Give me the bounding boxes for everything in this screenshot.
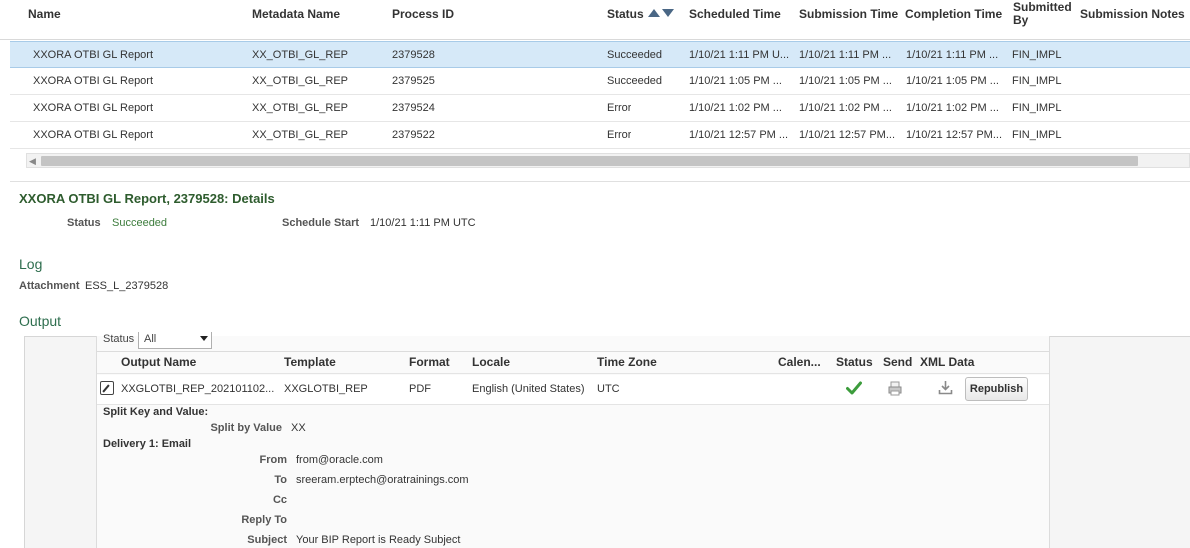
sort-controls — [648, 9, 674, 17]
status-filter-label: Status — [103, 333, 135, 345]
from-label: From — [259, 454, 288, 466]
section-divider — [10, 181, 1190, 182]
format-cell: PDF — [409, 383, 431, 395]
cell-submission-time: 1/10/21 1:02 PM ... — [799, 102, 892, 114]
details-status-value: Succeeded — [112, 217, 168, 229]
table-row[interactable]: XXORA OTBI GL Report XX_OTBI_GL_REP 2379… — [10, 68, 1190, 95]
horizontal-scrollbar[interactable]: ◀ — [26, 153, 1190, 168]
column-header-scheduled-time[interactable]: Scheduled Time — [689, 8, 781, 21]
chevron-down-icon — [200, 336, 208, 341]
cell-completion-time: 1/10/21 1:02 PM ... — [906, 102, 999, 114]
cell-name: XXORA OTBI GL Report — [33, 75, 154, 87]
cell-name: XXORA OTBI GL Report — [33, 102, 154, 114]
cell-process-id: 2379524 — [392, 102, 435, 114]
cell-submission-time: 1/10/21 1:11 PM ... — [799, 49, 892, 61]
schedule-start-value: 1/10/21 1:11 PM UTC — [370, 217, 476, 229]
cell-process-id: 2379525 — [392, 75, 435, 87]
jobs-table-body: XXORA OTBI GL Report XX_OTBI_GL_REP 2379… — [10, 41, 1190, 149]
status-filter-value: All — [144, 333, 157, 345]
column-header-locale[interactable]: Locale — [472, 355, 510, 369]
column-header-submission-notes[interactable]: Submission Notes — [1080, 8, 1185, 21]
cell-submitted-by: FIN_IMPL — [1012, 49, 1062, 61]
cell-status: Error — [607, 129, 632, 141]
cell-metadata-name: XX_OTBI_GL_REP — [252, 102, 348, 114]
to-value: sreeram.erptech@oratrainings.com — [296, 474, 469, 486]
column-header-completion-time[interactable]: Completion Time — [905, 8, 1002, 21]
cell-status: Succeeded — [607, 49, 663, 61]
cell-submitted-by: FIN_IMPL — [1012, 75, 1062, 87]
split-key-title: Split Key and Value: — [103, 406, 209, 418]
column-header-xml-data[interactable]: XML Data — [920, 355, 974, 369]
column-header-template[interactable]: Template — [284, 355, 336, 369]
subject-label: Subject — [247, 534, 287, 546]
cell-submitted-by: FIN_IMPL — [1012, 129, 1062, 141]
delivery-title: Delivery 1: Email — [103, 438, 192, 450]
sort-ascending-icon[interactable] — [648, 9, 660, 17]
cell-name: XXORA OTBI GL Report — [33, 129, 154, 141]
cell-submitted-by: FIN_IMPL — [1012, 102, 1062, 114]
table-row[interactable]: XXORA OTBI GL Report XX_OTBI_GL_REP 2379… — [10, 122, 1190, 149]
column-header-submitted-by-line2: By — [1013, 13, 1029, 27]
cell-metadata-name: XX_OTBI_GL_REP — [252, 75, 348, 87]
cell-scheduled-time: 1/10/21 12:57 PM ... — [689, 129, 789, 141]
split-by-value-label: Split by Value — [210, 422, 282, 434]
column-header-time-zone[interactable]: Time Zone — [597, 355, 657, 369]
cell-name: XXORA OTBI GL Report — [33, 49, 154, 61]
republish-button[interactable]: Republish — [965, 377, 1028, 401]
cell-process-id: 2379522 — [392, 129, 435, 141]
column-header-name[interactable]: Name — [28, 8, 61, 21]
scroll-left-icon[interactable]: ◀ — [29, 156, 36, 167]
cell-completion-time: 1/10/21 1:11 PM ... — [906, 49, 999, 61]
table-row[interactable]: XXORA OTBI GL Report XX_OTBI_GL_REP 2379… — [10, 95, 1190, 122]
attachment-label: Attachment — [19, 280, 80, 292]
table-row[interactable]: XXORA OTBI GL Report XX_OTBI_GL_REP 2379… — [10, 41, 1190, 68]
column-header-status[interactable]: Status — [607, 8, 644, 21]
cell-status: Succeeded — [607, 75, 663, 87]
cell-completion-time: 1/10/21 1:05 PM ... — [906, 75, 999, 87]
download-icon[interactable] — [938, 380, 953, 395]
cell-scheduled-time: 1/10/21 1:02 PM ... — [689, 102, 782, 114]
cell-scheduled-time: 1/10/21 1:05 PM ... — [689, 75, 782, 87]
edit-icon[interactable] — [100, 381, 114, 395]
column-header-output-status[interactable]: Status — [836, 355, 873, 369]
column-header-submitted-by[interactable]: Submitted By — [1013, 1, 1072, 27]
schedule-start-label: Schedule Start — [282, 217, 360, 229]
column-header-send[interactable]: Send — [883, 355, 912, 369]
locale-cell: English (United States) — [472, 383, 585, 395]
cell-submission-time: 1/10/21 1:05 PM ... — [799, 75, 892, 87]
log-heading: Log — [19, 256, 43, 272]
cc-label: Cc — [272, 494, 287, 506]
sort-descending-icon[interactable] — [662, 9, 674, 17]
printer-icon[interactable] — [888, 381, 902, 396]
cell-submission-time: 1/10/21 12:57 PM... — [799, 129, 896, 141]
split-by-value: XX — [291, 422, 306, 434]
jobs-table-header: Name Metadata Name Process ID Status Sch… — [0, 0, 1190, 40]
details-status-label: Status — [67, 217, 101, 229]
subject-value: Your BIP Report is Ready Subject — [296, 534, 461, 546]
cell-metadata-name: XX_OTBI_GL_REP — [252, 49, 348, 61]
output-heading: Output — [19, 313, 62, 329]
cell-completion-time: 1/10/21 12:57 PM... — [906, 129, 1003, 141]
scrollbar-thumb[interactable] — [41, 156, 1138, 166]
column-header-process-id[interactable]: Process ID — [392, 8, 454, 21]
template-cell: XXGLOTBI_REP — [284, 383, 368, 395]
column-header-calendar[interactable]: Calen... — [778, 355, 821, 369]
column-header-format[interactable]: Format — [409, 355, 450, 369]
attachment-link[interactable]: ESS_L_2379528 — [85, 280, 168, 292]
time-zone-cell: UTC — [597, 383, 620, 395]
cell-process-id: 2379528 — [392, 49, 435, 61]
cell-scheduled-time: 1/10/21 1:11 PM U... — [689, 49, 790, 61]
output-name-cell[interactable]: XXGLOTBI_REP_202101102... — [121, 383, 274, 395]
cell-metadata-name: XX_OTBI_GL_REP — [252, 129, 348, 141]
column-header-metadata-name[interactable]: Metadata Name — [252, 8, 340, 21]
column-header-submission-time[interactable]: Submission Time — [799, 8, 898, 21]
to-label: To — [274, 474, 287, 486]
reply-to-label: Reply To — [241, 514, 287, 526]
column-header-output-name[interactable]: Output Name — [121, 355, 196, 369]
status-filter-select[interactable]: All — [138, 332, 212, 349]
details-title: XXORA OTBI GL Report, 2379528: Details — [19, 191, 275, 206]
check-icon — [846, 381, 862, 395]
cell-status: Error — [607, 102, 632, 114]
from-value: from@oracle.com — [296, 454, 383, 466]
